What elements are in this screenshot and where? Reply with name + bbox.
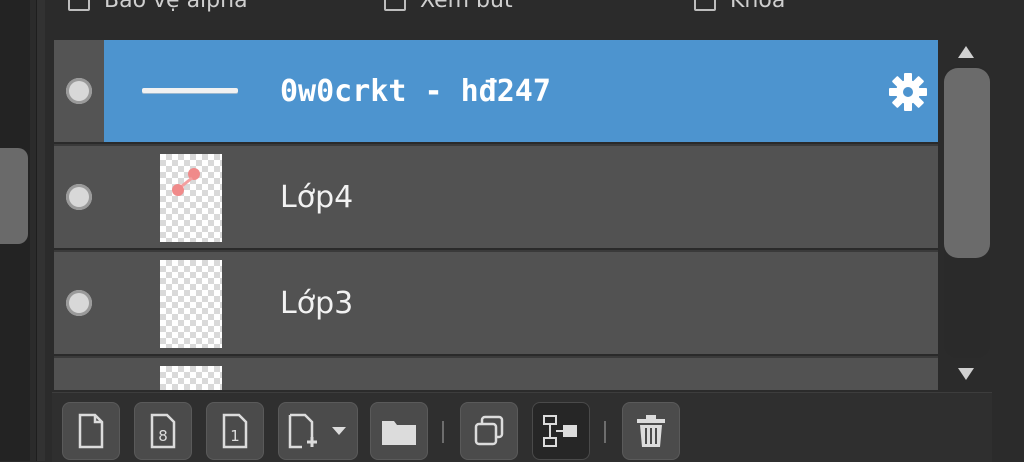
layer-row-folder[interactable]: 0w0crkt - hđ247 xyxy=(54,40,938,144)
merge-down-icon xyxy=(543,415,577,447)
new-8bit-layer-button[interactable]: 8 xyxy=(134,402,192,460)
sketch-mark-icon xyxy=(172,168,200,196)
view-brush-option[interactable]: Xem bút xyxy=(384,0,513,18)
toolbar-separator xyxy=(442,421,444,443)
lock-label: Khóa xyxy=(730,0,786,13)
duplicate-layer-button[interactable] xyxy=(460,402,518,460)
gear-icon[interactable] xyxy=(888,72,928,112)
add-layer-dropdown-button[interactable] xyxy=(278,402,358,460)
panel-resize-handle[interactable] xyxy=(0,148,28,244)
view-brush-label: Xem bút xyxy=(420,0,513,13)
svg-text:8: 8 xyxy=(158,427,168,445)
layer-row[interactable]: Lớp3 xyxy=(54,252,938,356)
duplicate-icon xyxy=(474,415,504,446)
layer-thumbnail xyxy=(160,154,222,242)
layer-thumbnail xyxy=(160,260,222,348)
folder-icon xyxy=(382,421,416,445)
visibility-column xyxy=(54,252,104,354)
folder-thumbnail-icon xyxy=(142,88,238,93)
layer-options-row: Bảo vệ alpha Xem bút Khóa xyxy=(54,0,994,18)
add-layer-dropdown-icon xyxy=(288,413,346,449)
new-1bit-layer-icon: 1 xyxy=(222,413,248,449)
layer-name: 0w0crkt - hđ247 xyxy=(280,73,551,109)
layer-thumbnail xyxy=(160,366,222,390)
view-brush-checkbox[interactable] xyxy=(384,0,406,11)
lock-option[interactable]: Khóa xyxy=(694,0,785,18)
protect-alpha-checkbox[interactable] xyxy=(68,0,90,11)
new-layer-icon xyxy=(78,413,104,449)
layer-toolbar: 8 1 xyxy=(52,392,992,462)
visibility-column xyxy=(54,358,104,390)
visibility-toggle-icon[interactable] xyxy=(66,290,92,316)
delete-layer-button[interactable] xyxy=(622,402,680,460)
svg-text:1: 1 xyxy=(230,427,240,445)
trash-icon xyxy=(637,415,665,447)
layer-name: Lớp4 xyxy=(280,179,354,215)
new-1bit-layer-button[interactable]: 1 xyxy=(206,402,264,460)
visibility-column xyxy=(54,40,104,142)
layer-row[interactable] xyxy=(54,358,938,390)
layer-row[interactable]: Lớp4 xyxy=(54,146,938,250)
visibility-toggle-icon[interactable] xyxy=(66,184,92,210)
visibility-toggle-icon[interactable] xyxy=(66,78,92,104)
scroll-down-arrow-icon[interactable] xyxy=(954,362,978,386)
protect-alpha-label: Bảo vệ alpha xyxy=(104,0,248,13)
layer-name: Lớp3 xyxy=(280,285,354,321)
visibility-column xyxy=(54,146,104,248)
layer-list: 0w0crkt - hđ247 Lớp4 Lớp3 xyxy=(54,40,938,390)
new-layer-button[interactable] xyxy=(62,402,120,460)
panel-divider xyxy=(36,0,45,461)
scroll-up-arrow-icon[interactable] xyxy=(954,40,978,64)
scrollbar-thumb[interactable] xyxy=(944,68,990,258)
new-8bit-layer-icon: 8 xyxy=(150,413,176,449)
merge-down-button[interactable] xyxy=(532,402,590,460)
toolbar-separator xyxy=(604,421,606,443)
protect-alpha-option[interactable]: Bảo vệ alpha xyxy=(68,0,248,18)
new-folder-button[interactable] xyxy=(370,402,428,460)
lock-checkbox[interactable] xyxy=(694,0,716,11)
